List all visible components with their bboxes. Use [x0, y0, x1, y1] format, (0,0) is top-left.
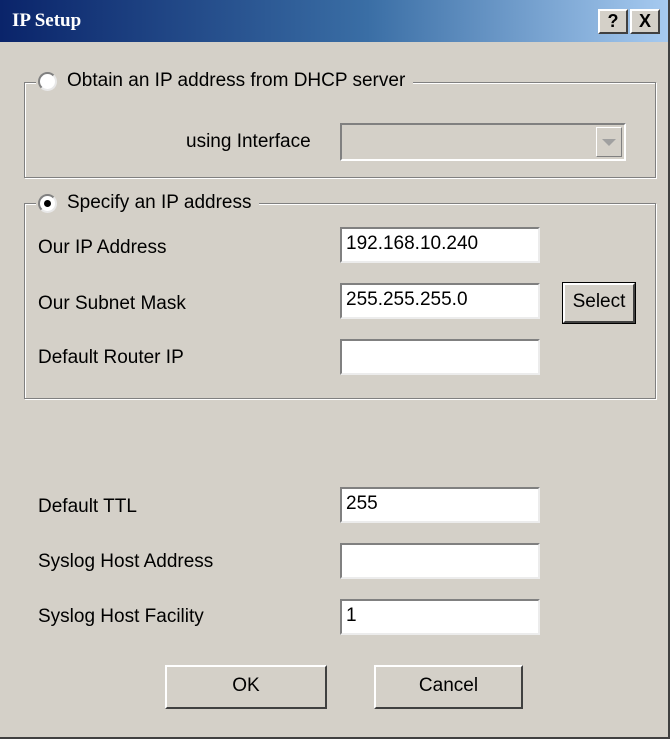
- static-radio[interactable]: [38, 193, 57, 213]
- subnet-mask-input[interactable]: 255.255.255.0: [340, 283, 540, 319]
- router-ip-input[interactable]: [340, 339, 540, 375]
- syslog-facility-label: Syslog Host Facility: [38, 606, 204, 627]
- static-option-label: Specify an IP address: [67, 192, 252, 213]
- ttl-input[interactable]: 255: [340, 487, 540, 523]
- window-title: IP Setup: [12, 10, 82, 31]
- title-bar[interactable]: IP Setup ? X: [0, 0, 668, 42]
- interface-label: using Interface: [186, 131, 311, 152]
- select-button[interactable]: Select: [562, 282, 636, 324]
- ip-setup-dialog: IP Setup ? X Obtain an IP address from D…: [0, 0, 670, 739]
- ok-button[interactable]: OK: [165, 665, 327, 709]
- ttl-label: Default TTL: [38, 496, 137, 517]
- syslog-facility-input[interactable]: 1: [340, 599, 540, 635]
- syslog-address-input[interactable]: [340, 543, 540, 579]
- close-button[interactable]: X: [630, 9, 660, 34]
- subnet-mask-label: Our Subnet Mask: [38, 293, 186, 314]
- static-option[interactable]: Specify an IP address: [36, 192, 260, 214]
- cancel-button[interactable]: Cancel: [374, 665, 523, 709]
- dhcp-option-label: Obtain an IP address from DHCP server: [67, 70, 406, 91]
- chevron-down-icon: [602, 138, 616, 146]
- ip-address-label: Our IP Address: [38, 237, 167, 258]
- dhcp-option[interactable]: Obtain an IP address from DHCP server: [36, 70, 414, 92]
- dhcp-radio[interactable]: [38, 71, 57, 91]
- interface-dropdown[interactable]: [340, 123, 626, 161]
- help-button[interactable]: ?: [598, 9, 628, 34]
- interface-dropdown-button[interactable]: [596, 127, 622, 157]
- radio-selected-dot: [44, 199, 51, 207]
- router-ip-label: Default Router IP: [38, 347, 184, 368]
- ip-address-input[interactable]: 192.168.10.240: [340, 227, 540, 263]
- syslog-address-label: Syslog Host Address: [38, 551, 214, 572]
